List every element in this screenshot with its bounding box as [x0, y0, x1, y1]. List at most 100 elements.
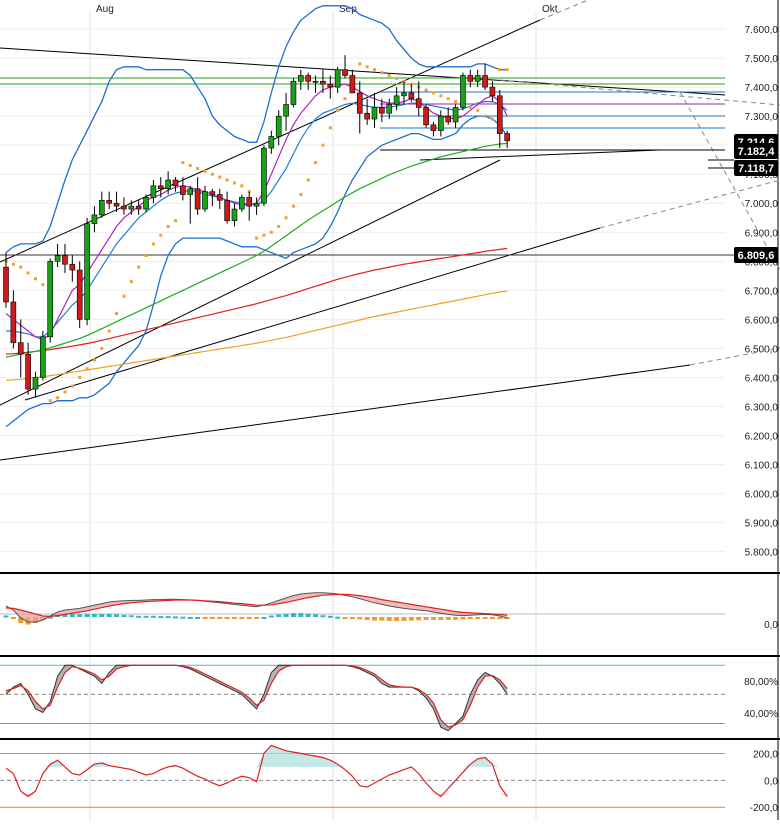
macd-histogram-bar [11, 617, 16, 619]
candle-body [372, 107, 377, 119]
macd-histogram-bar [497, 617, 502, 619]
candle-body [210, 192, 215, 195]
candle-body [431, 125, 436, 131]
macd-histogram-bar [151, 616, 156, 618]
parabolic-sar-dot [255, 237, 258, 240]
macd-histogram-bar [180, 617, 185, 619]
parabolic-sar-dot [484, 115, 487, 118]
candle-body [195, 189, 200, 209]
candle-body [328, 84, 333, 87]
candle-body [490, 87, 495, 96]
candle-body [387, 105, 392, 114]
candle-body [217, 195, 222, 201]
macd-histogram-bar [468, 617, 473, 619]
parabolic-sar-dot [277, 225, 280, 228]
macd-histogram-bar [409, 617, 414, 621]
macd-histogram-bar [475, 617, 480, 619]
parabolic-sar-dot [174, 219, 177, 222]
candle-body [505, 134, 510, 141]
parabolic-sar-dot [240, 184, 243, 187]
parabolic-sar-dot [270, 231, 273, 234]
month-label: Okt [542, 4, 558, 15]
candle-body [136, 206, 141, 209]
parabolic-sar-dot [34, 277, 37, 280]
candle-body [497, 96, 502, 134]
macd-histogram-bar [438, 617, 443, 620]
candle-body [232, 209, 237, 221]
parabolic-sar-dot [447, 97, 450, 100]
parabolic-sar-dot [388, 74, 391, 77]
parabolic-sar-dot [432, 91, 435, 94]
candle-body [18, 343, 23, 355]
price-axis-tick-label: 5.900,0 [745, 519, 779, 530]
price-axis-tick-label: 7.600,0 [745, 25, 779, 36]
candle-body [11, 302, 16, 343]
parabolic-sar-dot [292, 205, 295, 208]
parabolic-sar-dot [366, 65, 369, 68]
macd-histogram-bar [114, 614, 119, 617]
macd-histogram-bar [320, 615, 325, 617]
macd-histogram-bar [291, 613, 296, 617]
parabolic-sar-dot [439, 94, 442, 97]
macd-histogram-bar [298, 613, 303, 617]
candle-body [40, 337, 45, 378]
chart-svg: AugSepOkt5.800,05.900,06.000,06.100,06.2… [0, 0, 780, 820]
candle-body [350, 75, 355, 92]
parabolic-sar-dot [86, 367, 89, 370]
candle-body [357, 93, 362, 113]
macd-histogram-bar [173, 616, 178, 618]
macd-histogram-bar [379, 617, 384, 621]
candle-body [55, 256, 60, 262]
macd-histogram-bar [401, 617, 406, 621]
macd-histogram-bar [232, 617, 237, 619]
price-axis-tick-label: 6.500,0 [745, 344, 779, 355]
parabolic-sar-dot [137, 266, 140, 269]
price-axis-tick-label: 5.800,0 [745, 548, 779, 559]
candle-body [121, 206, 126, 209]
candle-body [144, 197, 149, 209]
candle-body [33, 377, 38, 389]
candle-body [379, 107, 384, 113]
parabolic-sar-dot [181, 161, 184, 164]
macd-histogram-bar [453, 617, 458, 620]
price-axis-tick-label: 7.300,0 [745, 112, 779, 123]
macd-histogram-bar [269, 616, 274, 618]
macd-histogram-bar [121, 615, 126, 617]
candle-body [107, 200, 112, 203]
candle-body [4, 267, 9, 302]
stochastic-axis-tick-label: 80,00% [744, 677, 778, 688]
macd-histogram-bar [166, 616, 171, 618]
macd-histogram-bar [247, 617, 252, 619]
parabolic-sar-dot [71, 385, 74, 388]
macd-histogram-bar [343, 617, 348, 619]
candle-body [166, 180, 171, 189]
parabolic-sar-dot [167, 225, 170, 228]
candle-body [468, 75, 473, 81]
candle-body [151, 186, 156, 198]
macd-histogram-bar [394, 617, 399, 621]
macd-histogram-bar [210, 617, 215, 619]
parabolic-sar-dot [491, 118, 494, 121]
parabolic-sar-dot [130, 280, 133, 283]
candle-body [306, 75, 311, 81]
candle-body [247, 197, 252, 206]
price-axis-tick-label: 6.000,0 [745, 490, 779, 501]
price-axis-tick-label: 6.400,0 [745, 373, 779, 384]
macd-histogram-bar [4, 616, 9, 618]
parabolic-sar-dot [78, 376, 81, 379]
macd-histogram-bar [99, 614, 104, 617]
macd-histogram-bar [85, 614, 90, 617]
macd-histogram-bar [350, 617, 355, 619]
macd-histogram-bar [460, 617, 465, 619]
parabolic-sar-dot [329, 126, 332, 129]
parabolic-sar-dot [100, 347, 103, 350]
parabolic-sar-dot [203, 170, 206, 173]
candle-body [269, 136, 274, 148]
macd-histogram-bar [313, 614, 318, 617]
macd-histogram-bar [92, 614, 97, 617]
macd-histogram-bar [136, 616, 141, 618]
parabolic-sar-dot [159, 234, 162, 237]
candle-body [298, 75, 303, 81]
parabolic-sar-dot [336, 109, 339, 112]
parabolic-sar-dot [262, 234, 265, 237]
